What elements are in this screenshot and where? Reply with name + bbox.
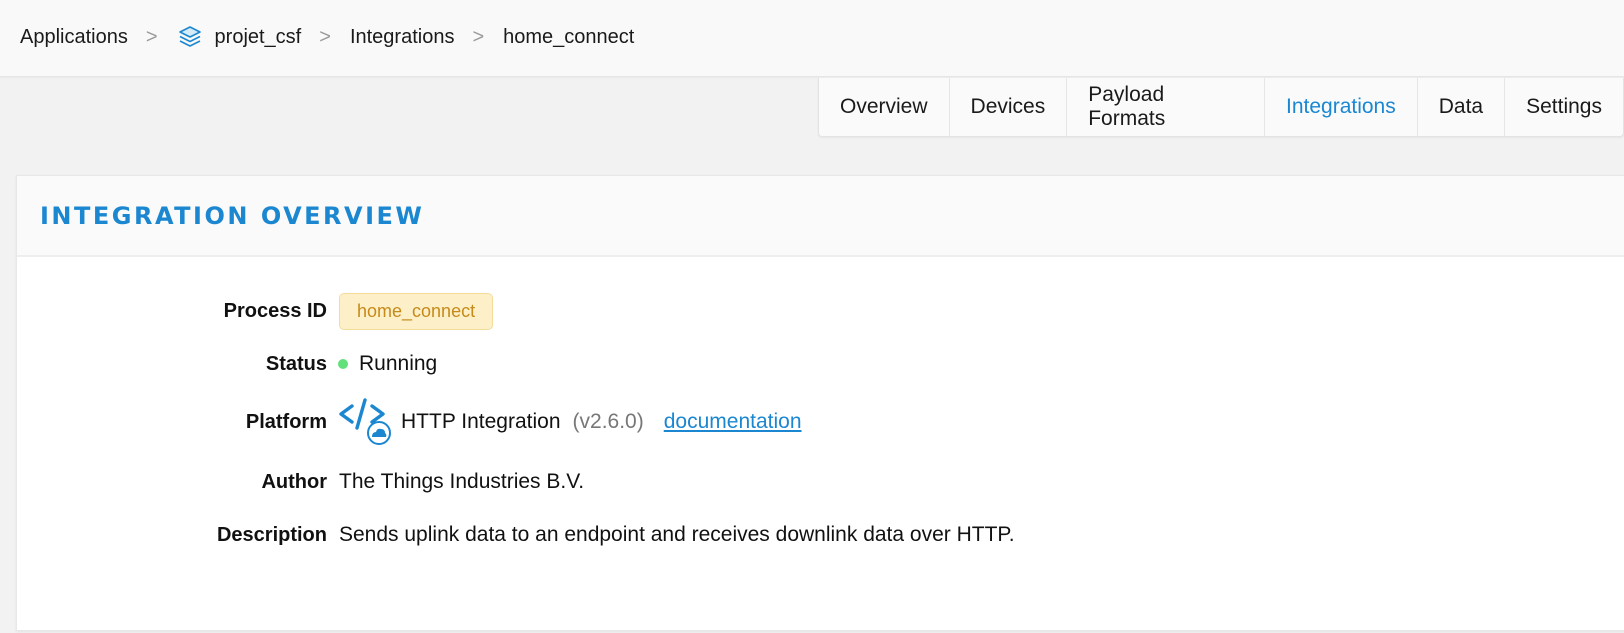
top-bar: Applications > projet_csf > Integrations… — [0, 0, 1624, 77]
author-value: The Things Industries B.V. — [339, 470, 585, 493]
breadcrumb-current: home_connect — [503, 25, 635, 48]
author-row: Author The Things Industries B.V. — [17, 470, 584, 494]
breadcrumb-separator: > — [472, 25, 485, 48]
breadcrumb-integrations[interactable]: Integrations — [350, 26, 455, 49]
process-id-label: Process ID — [223, 300, 327, 322]
integration-overview-card: Integration Overview Process ID home_con… — [16, 175, 1624, 631]
description-label: Description — [216, 523, 327, 546]
status-dot-icon — [338, 359, 348, 369]
tab-overview[interactable]: Overview — [819, 78, 950, 136]
tab-data[interactable]: Data — [1418, 78, 1506, 136]
layers-icon — [178, 26, 201, 47]
platform-row: Platform HTTP Integration (v2.6.0) docum… — [17, 396, 802, 448]
author-label: Author — [261, 470, 327, 493]
card-title: Integration Overview — [40, 201, 425, 230]
tab-bar: Overview Devices Payload Formats Integra… — [818, 78, 1624, 137]
platform-version: (v2.6.0) — [572, 410, 644, 433]
platform-name: HTTP Integration — [401, 410, 561, 433]
tab-payload-formats[interactable]: Payload Formats — [1067, 78, 1265, 136]
description-value: Sends uplink data to an endpoint and rec… — [339, 523, 1015, 546]
breadcrumb-separator: > — [319, 25, 331, 48]
tab-integrations[interactable]: Integrations — [1265, 78, 1418, 136]
breadcrumb-application[interactable]: projet_csf — [177, 24, 302, 50]
breadcrumb-application-label: projet_csf — [214, 25, 302, 48]
status-value: Running — [359, 352, 438, 375]
platform-label: Platform — [245, 410, 327, 433]
card-header: Integration Overview — [17, 176, 1624, 257]
documentation-link[interactable]: documentation — [664, 410, 802, 434]
http-integration-icon — [339, 398, 391, 445]
breadcrumb-applications[interactable]: Applications — [20, 26, 128, 49]
status-label: Status — [265, 352, 327, 375]
breadcrumb: Applications > projet_csf > Integrations… — [20, 0, 634, 74]
tab-devices[interactable]: Devices — [950, 78, 1068, 136]
process-id-row: Process ID home_connect — [17, 293, 494, 330]
description-row: Description Sends uplink data to an endp… — [17, 523, 1015, 547]
process-id-badge: home_connect — [339, 293, 494, 330]
breadcrumb-separator: > — [145, 25, 158, 48]
tab-settings[interactable]: Settings — [1505, 78, 1623, 136]
status-row: Status Running — [17, 352, 437, 376]
